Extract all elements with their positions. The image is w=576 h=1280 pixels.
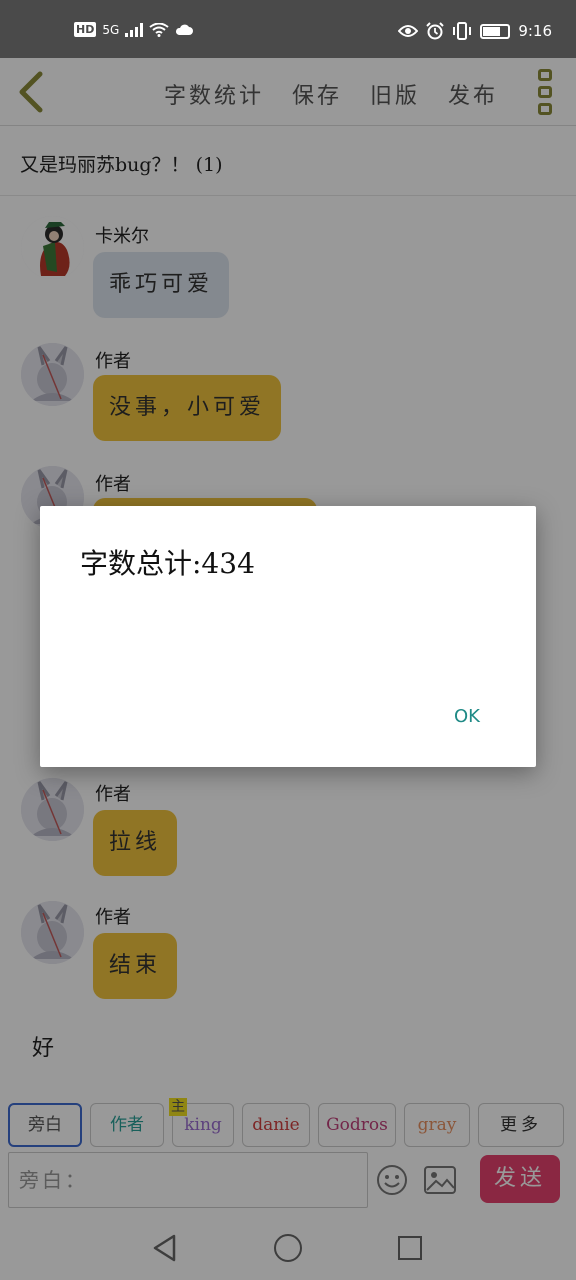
ok-button[interactable]: OK: [454, 706, 480, 727]
wifi-icon: [149, 22, 169, 37]
word-count-dialog: 字数总计:434 OK: [40, 506, 536, 767]
dialog-message: 字数总计:434: [80, 547, 255, 580]
status-bar: HD 5G 9:16: [0, 0, 576, 58]
status-left: HD 5G: [74, 22, 194, 37]
signal-icon: [125, 22, 144, 37]
hd-badge: HD: [74, 22, 97, 37]
status-right: 9:16: [398, 22, 552, 40]
eye-icon: [398, 25, 419, 37]
alarm-icon: [426, 22, 445, 40]
network-label: 5G: [102, 22, 120, 37]
status-time: 9:16: [518, 22, 552, 40]
vibrate-icon: [453, 22, 472, 40]
battery-icon: [480, 23, 511, 39]
cloud-icon: [176, 24, 194, 35]
